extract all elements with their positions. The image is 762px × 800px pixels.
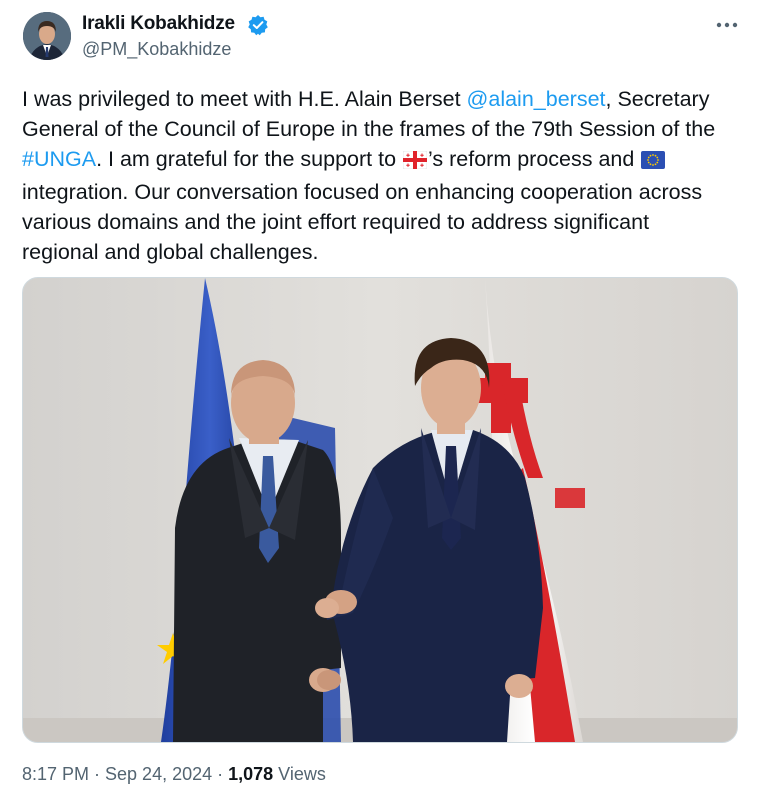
author-avatar[interactable] (23, 12, 71, 60)
tweet-card: Irakli Kobakhidze @PM_Kobakhidze I was p… (0, 0, 762, 800)
georgia-flag-emoji (402, 147, 428, 177)
tweet-text: I was privileged to meet with H.E. Alain… (22, 84, 742, 267)
tweet-text-segment: . I am grateful for the support to (96, 147, 403, 171)
views-label: Views (273, 764, 326, 784)
tweet-text-segment: I was privileged to meet with H.E. Alain… (22, 87, 467, 111)
hashtag-link[interactable]: #UNGA (22, 147, 96, 171)
verified-badge-icon (247, 14, 269, 36)
more-options-icon[interactable] (710, 14, 744, 36)
mention-link[interactable]: @alain_berset (467, 87, 606, 111)
tweet-text-line: integration. Our conversation focused on… (22, 180, 703, 204)
views-count: 1,078 (228, 764, 274, 784)
tweet-text-segment: , Secretary (605, 87, 710, 111)
tweet-text-segment: ’s reform process and (428, 147, 641, 171)
tweet-text-line: regional and global challenges. (22, 240, 319, 264)
tweet-text-line: General of the Council of Europe in the … (22, 117, 716, 141)
tweet-meta: 8:17 PM · Sep 24, 2024 · 1,078 Views (22, 764, 326, 785)
author-name[interactable]: Irakli Kobakhidze (82, 13, 235, 35)
eu-flag-emoji (641, 147, 666, 177)
tweet-photo[interactable] (22, 277, 738, 743)
tweet-timestamp[interactable]: 8:17 PM · Sep 24, 2024 · (22, 764, 228, 784)
author-handle[interactable]: @PM_Kobakhidze (82, 39, 231, 60)
tweet-text-line: various domains and the joint effort req… (22, 210, 650, 234)
